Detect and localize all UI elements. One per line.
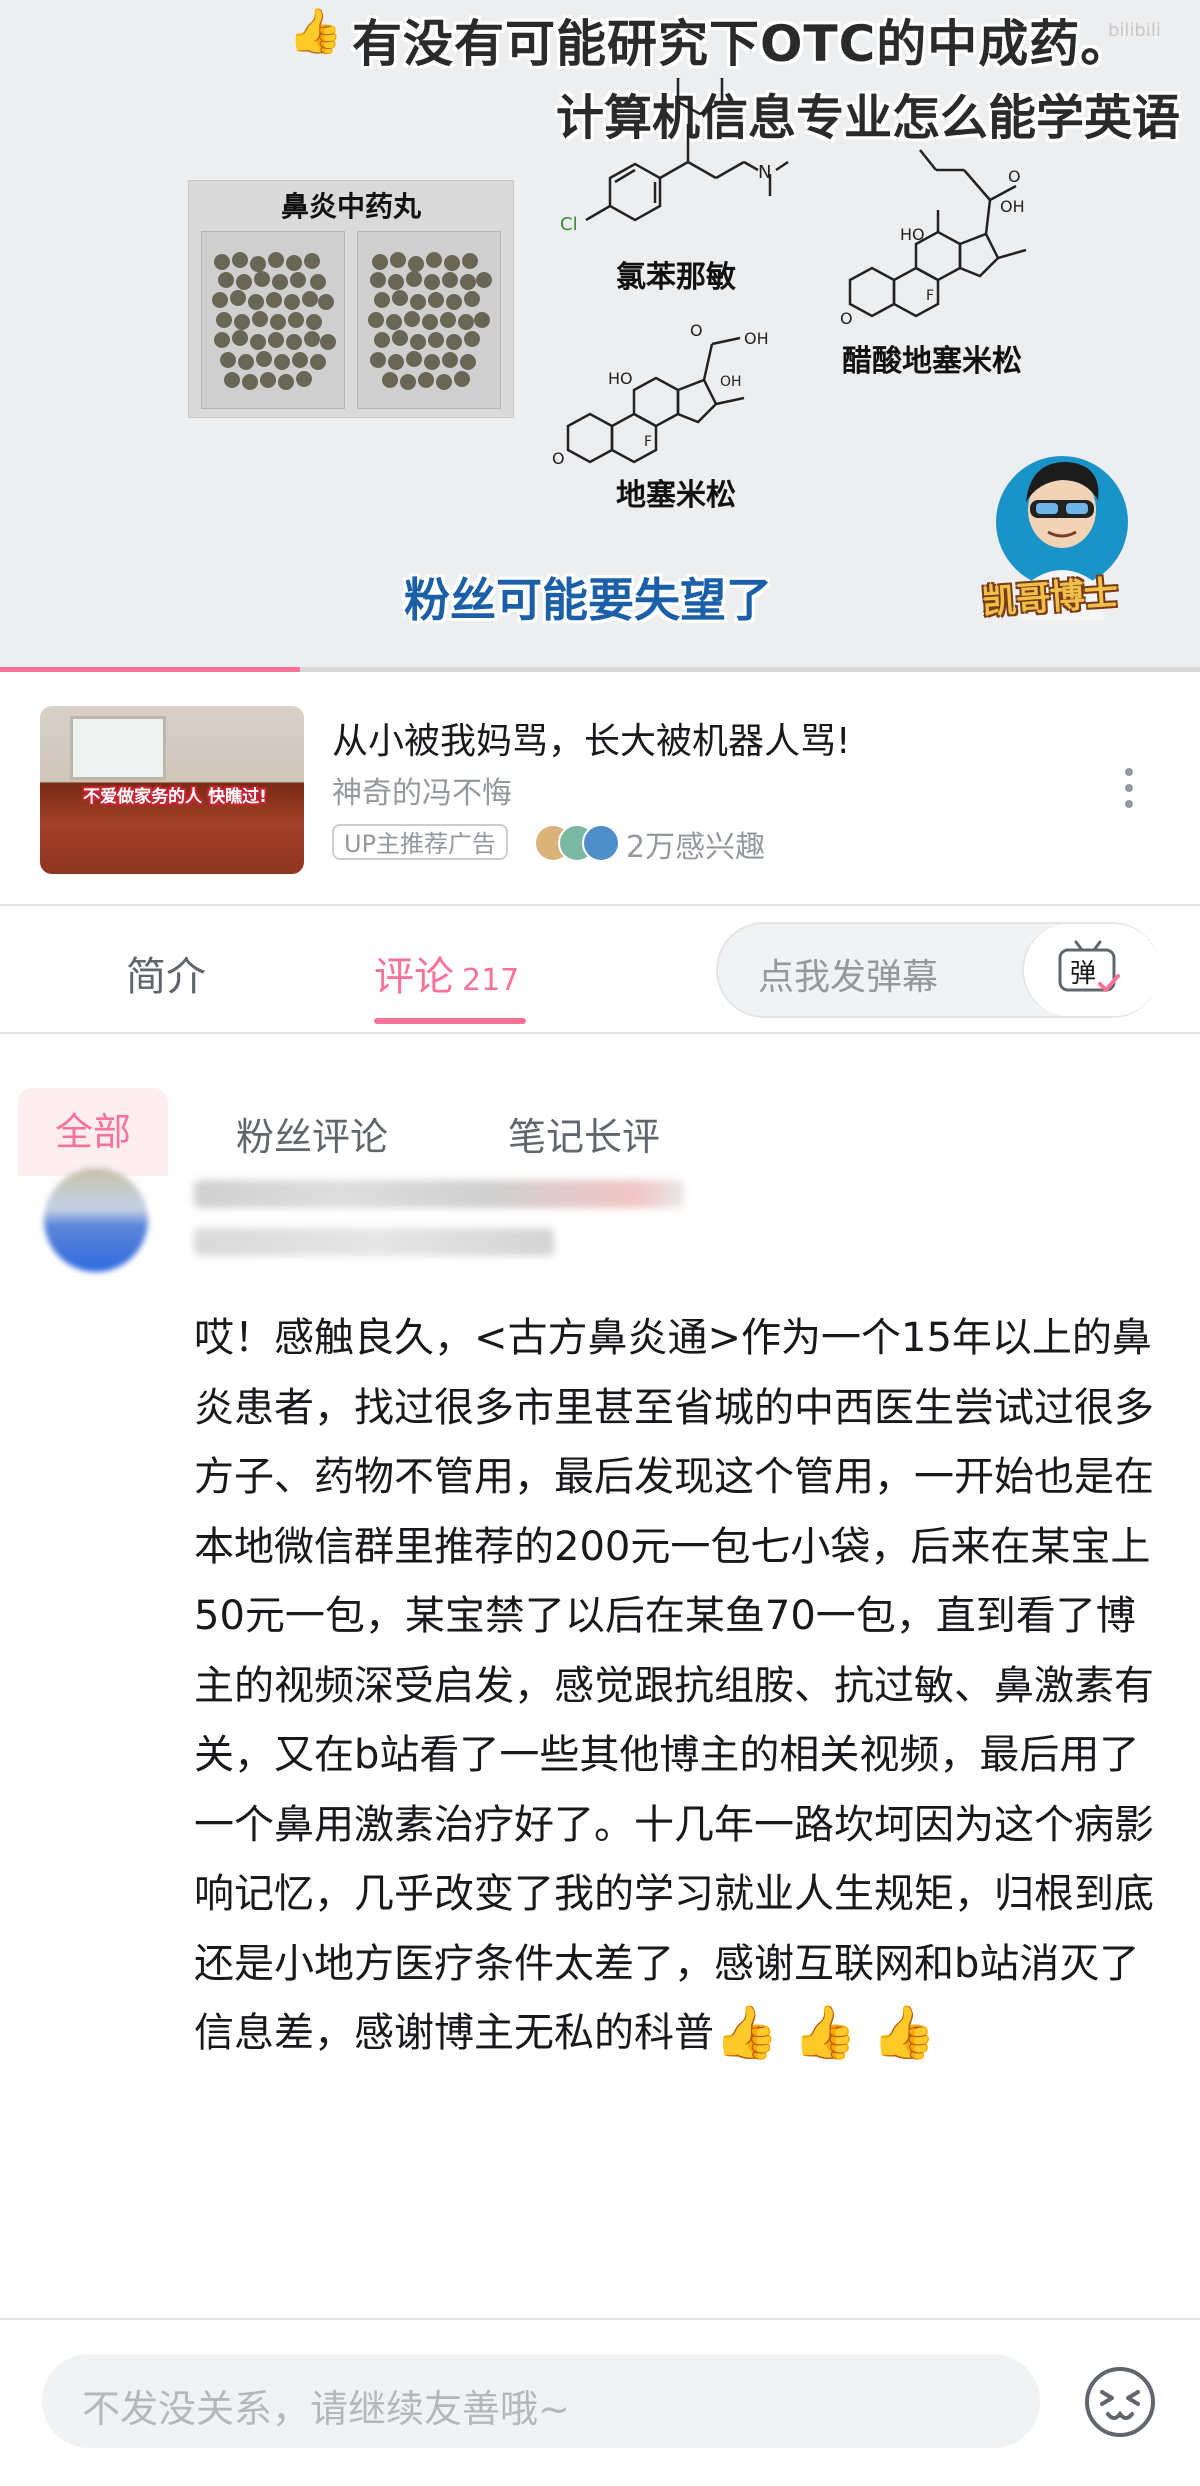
pill-bag-right [357,231,501,409]
chlorphenamine-structure: N Cl [560,78,789,235]
reply-bar: 不发没关系，请继续友善哦~ [0,2318,1200,2486]
emoji-icon[interactable] [1082,2364,1158,2440]
ad-author[interactable]: 神奇的冯不悔 [332,768,512,812]
pill-photo: 鼻炎中药丸 [188,180,514,418]
danmu-icon: 弹 [1058,940,1120,992]
svg-text:O: O [840,309,853,328]
thumbnail-window [70,716,166,780]
ad-thumbnail-caption: 不爱做家务的人 快瞧过! [83,787,267,807]
channel-logo-text: 凯哥博士 [981,573,1120,623]
thumbs-up-icon: 👍 [288,6,343,57]
avatar [582,824,620,862]
reply-placeholder: 不发没关系，请继续友善哦~ [82,2387,570,2431]
ad-interest-count: 2万感兴趣 [626,830,766,865]
pill-photo-label: 鼻炎中药丸 [280,190,421,223]
thumbs-up-icon: 👍👍👍 [714,2003,951,2063]
comment-text: 哎！感触良久，<古方鼻炎通>作为一个15年以上的鼻炎患者，找过很多市里甚至省城的… [194,1304,1174,2069]
tab-comments-count: 217 [462,963,520,998]
svg-text:N: N [758,162,771,183]
dexamethasone-acetate-structure: O OH HO F O [840,149,1027,328]
svg-text:Cl: Cl [560,214,578,235]
filter-notes[interactable]: 笔记长评 [508,1106,660,1161]
svg-text:F: F [926,288,934,304]
watermark: bilibili [1108,20,1161,41]
comment-meta-blurred [194,1228,554,1256]
svg-text:HO: HO [608,369,633,388]
chem-label-dexamethasone: 地塞米松 [616,478,736,513]
svg-text:F: F [644,434,652,450]
ad-card[interactable]: 不爱做家务的人 快瞧过! 从小被我妈骂，长大被机器人骂! 神奇的冯不悔 UP主推… [0,672,1200,902]
svg-text:HO: HO [900,225,925,244]
comment-filters: 全部 粉丝评论 笔记长评 [0,1034,1200,1176]
danmu-input[interactable]: 点我发弹幕 弹 [716,922,1160,1018]
pill-bag-left [201,231,345,409]
ad-badge: UP主推荐广告 [332,824,509,860]
chem-label-dexamethasone-acetate: 醋酸地塞米松 [842,344,1022,379]
danmu-button-label: 弹 [1070,959,1096,989]
tab-intro[interactable]: 简介 [126,944,206,1002]
svg-text:O: O [552,449,565,468]
active-tab-indicator [374,1018,526,1024]
svg-text:O: O [690,321,703,340]
svg-text:OH: OH [720,374,742,390]
svg-text:OH: OH [1000,197,1025,216]
danmu-placeholder: 点我发弹幕 [758,957,939,998]
tab-comments[interactable]: 评论 217 [374,944,519,1002]
video-caption-top: 有没有可能研究下OTC的中成药。 [352,15,1132,73]
interested-avatars [534,824,620,862]
comment-avatar[interactable] [44,1168,148,1272]
svg-text:O: O [1008,167,1021,186]
filter-all[interactable]: 全部 [18,1088,168,1176]
ad-thumbnail[interactable]: 不爱做家务的人 快瞧过! [40,706,304,874]
dexamethasone-structure: O OH OH HO F O [552,321,769,468]
reply-input[interactable]: 不发没关系，请继续友善哦~ [42,2354,1040,2448]
more-options-icon[interactable] [1122,768,1136,812]
chem-label-chlorphenamine: 氯苯那敏 [616,260,736,295]
video-player[interactable]: 👍 有没有可能研究下OTC的中成药。 计算机信息专业怎么能学英语 bilibil… [0,0,1200,672]
ad-title[interactable]: 从小被我妈骂，长大被机器人骂! [332,712,850,764]
comment-username-blurred [194,1180,684,1208]
svg-text:OH: OH [744,329,769,348]
comment-body: 哎！感触良久，<古方鼻炎通>作为一个15年以上的鼻炎患者，找过很多市里甚至省城的… [194,1315,1154,2056]
danmu-button[interactable]: 弹 [1022,924,1160,1016]
filter-fans[interactable]: 粉丝评论 [236,1106,388,1161]
tab-comments-label: 评论 [374,954,454,1000]
video-caption-bottom: 粉丝可能要失望了 [404,573,772,627]
video-tabs: 简介 评论 217 点我发弹幕 弹 [0,906,1200,1032]
